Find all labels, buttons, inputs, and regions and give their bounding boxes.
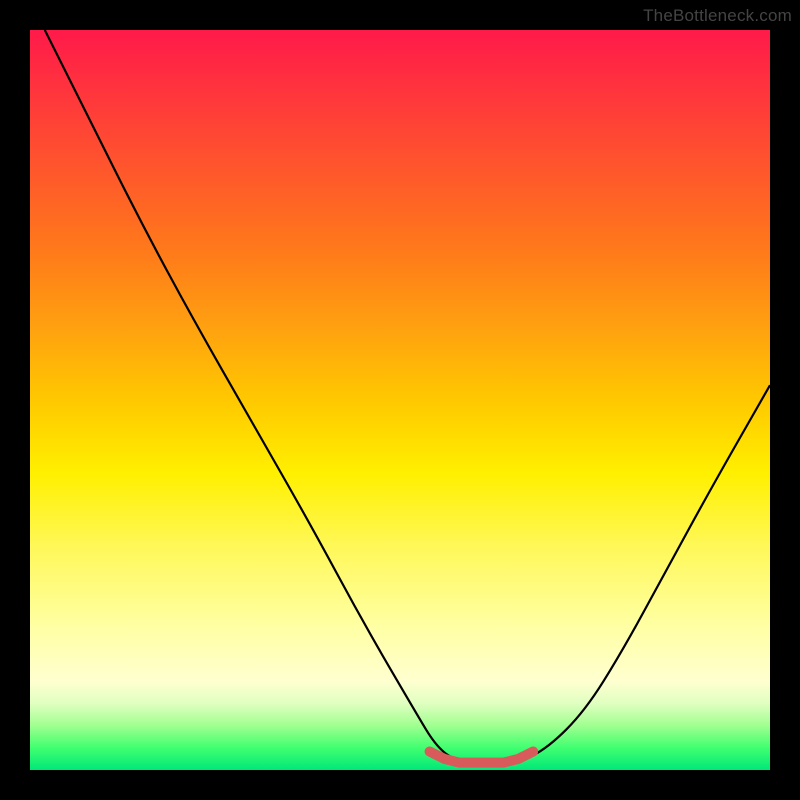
- chart-container: TheBottleneck.com: [0, 0, 800, 800]
- watermark-text: TheBottleneck.com: [643, 6, 792, 26]
- plot-gradient-background: [30, 30, 770, 770]
- highlight-band-path: [430, 752, 534, 763]
- main-curve-path: [45, 30, 770, 763]
- chart-svg: [30, 30, 770, 770]
